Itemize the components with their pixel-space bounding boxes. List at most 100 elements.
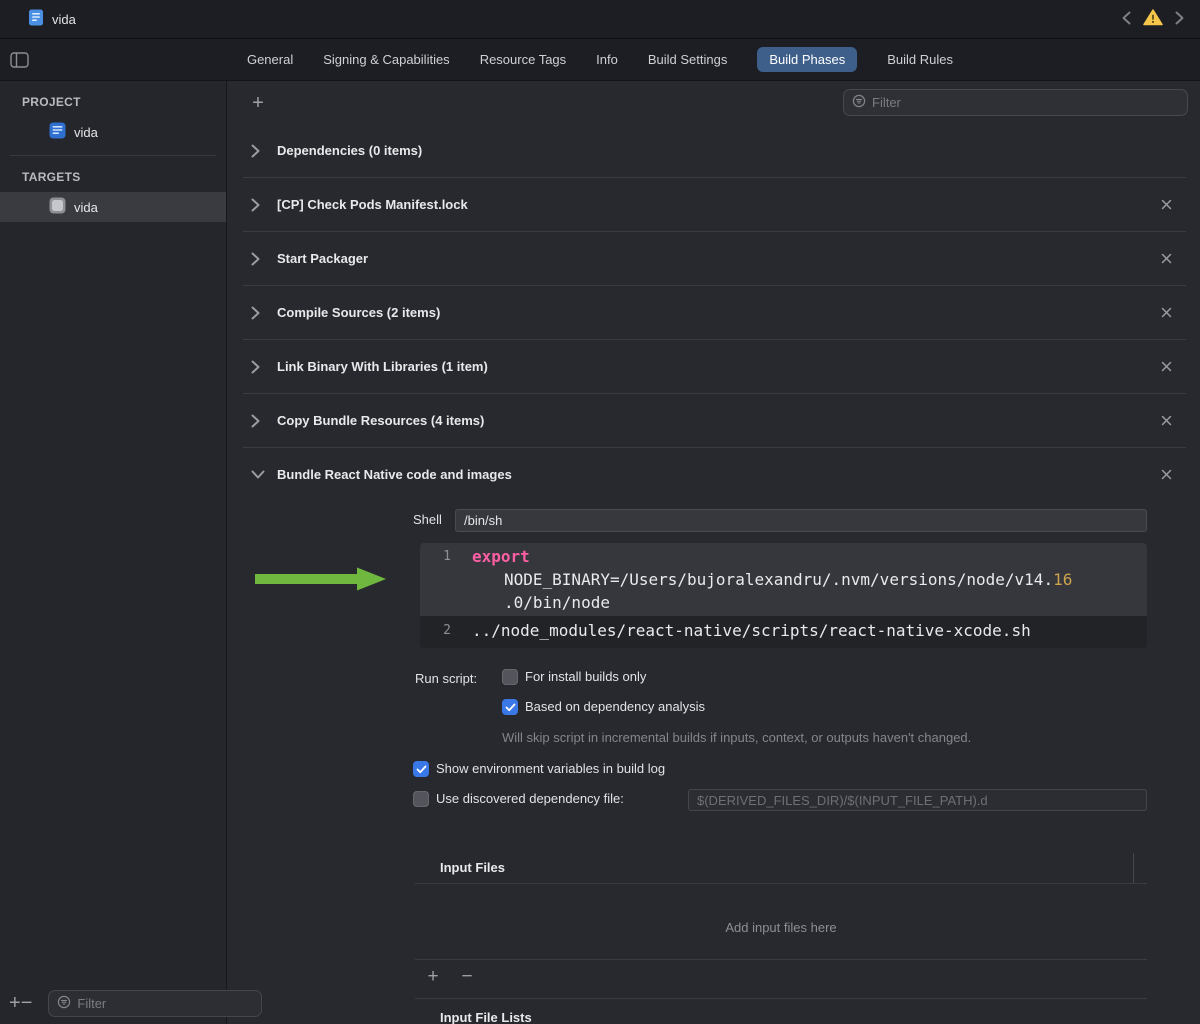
sidebar-item-project-vida[interactable]: vida — [0, 117, 226, 147]
sidebar-item-target-vida[interactable]: vida — [0, 192, 226, 222]
discovered-dependency-row: Use discovered dependency file: — [413, 791, 624, 807]
tab-build-settings[interactable]: Build Settings — [648, 47, 728, 72]
input-file-lists-header: Input File Lists — [440, 1010, 532, 1024]
phase-title: [CP] Check Pods Manifest.lock — [277, 197, 468, 212]
targets-section-header: TARGETS — [22, 170, 81, 184]
dependency-analysis-checkbox[interactable] — [502, 699, 518, 715]
close-icon[interactable] — [1157, 249, 1176, 268]
titlebar-right — [1122, 9, 1184, 29]
sidebar-footer: + − — [0, 982, 263, 1024]
discovered-dependency-label: Use discovered dependency file: — [436, 791, 624, 806]
disclosure-chevron-icon[interactable] — [251, 198, 269, 212]
project-icon — [49, 122, 66, 142]
phases-filter-field[interactable] — [843, 89, 1188, 116]
remove-target-button[interactable]: − — [21, 993, 33, 1013]
discovered-dependency-file-field[interactable] — [688, 789, 1147, 811]
phase-row-dependencies[interactable]: Dependencies (0 items) — [243, 124, 1186, 178]
build-phase-list: Dependencies (0 items) [CP] Check Pods M… — [243, 124, 1186, 1024]
phase-title: Compile Sources (2 items) — [277, 305, 441, 320]
phase-title: Link Binary With Libraries (1 item) — [277, 359, 488, 374]
script-line-1-text: export NODE_BINARY=/Users/bujoralexandru… — [464, 545, 1072, 614]
warning-icon[interactable] — [1143, 9, 1163, 29]
close-icon[interactable] — [1157, 411, 1176, 430]
disclosure-chevron-icon[interactable] — [251, 414, 269, 428]
disclosure-chevron-icon[interactable] — [251, 306, 269, 320]
forward-chevron-icon[interactable] — [1175, 11, 1184, 28]
tab-resource-tags[interactable]: Resource Tags — [480, 47, 566, 72]
phases-filter-input[interactable] — [872, 95, 1179, 110]
project-editor-tabs: General Signing & Capabilities Resource … — [0, 47, 1200, 72]
phase-title: Bundle React Native code and images — [277, 467, 512, 482]
disclosure-chevron-down-icon[interactable] — [251, 470, 269, 479]
show-env-vars-checkbox[interactable] — [413, 761, 429, 777]
remove-input-file-button[interactable]: − — [457, 967, 477, 987]
dependency-analysis-note: Will skip script in incremental builds i… — [502, 730, 972, 745]
phase-row-compile-sources[interactable]: Compile Sources (2 items) — [243, 286, 1186, 340]
number-token: 16 — [1053, 570, 1073, 589]
line-number: 1 — [443, 549, 451, 564]
tab-info[interactable]: Info — [596, 47, 618, 72]
input-files-empty-text: Add input files here — [725, 920, 837, 935]
disclosure-chevron-icon[interactable] — [251, 252, 269, 266]
phase-title: Start Packager — [277, 251, 369, 266]
project-navigator-sidebar: PROJECT vida TARGETS vida + − — [0, 81, 263, 1024]
shell-script-editor[interactable]: 1 export NODE_BINARY=/Users/bujoralexand… — [420, 543, 1147, 648]
close-icon[interactable] — [1157, 465, 1176, 484]
titlebar-left: vida — [28, 9, 76, 29]
input-files-bottom-divider — [415, 959, 1147, 960]
phase-row-start-packager[interactable]: Start Packager — [243, 232, 1186, 286]
discovered-dependency-checkbox[interactable] — [413, 791, 429, 807]
input-files-table-buttons: + − — [423, 967, 477, 987]
tab-build-phases[interactable]: Build Phases — [757, 47, 858, 72]
phase-title: Copy Bundle Resources (4 items) — [277, 413, 485, 428]
document-icon — [28, 9, 44, 29]
annotation-arrow-icon — [255, 567, 387, 594]
target-item-label: vida — [74, 199, 98, 215]
show-env-vars-label: Show environment variables in build log — [436, 761, 666, 776]
shell-path-field[interactable] — [455, 509, 1147, 532]
tab-signing-capabilities[interactable]: Signing & Capabilities — [323, 47, 449, 72]
close-icon[interactable] — [1157, 195, 1176, 214]
run-script-phase-body: Shell 1 export NODE_BINARY=/Users/bujora… — [243, 501, 1186, 1024]
target-icon — [49, 197, 66, 217]
phase-row-link-binary[interactable]: Link Binary With Libraries (1 item) — [243, 340, 1186, 394]
add-target-button[interactable]: + — [9, 993, 21, 1013]
window-body: PROJECT vida TARGETS vida + − Filter + F… — [0, 81, 1200, 1024]
for-install-builds-row: For install builds only — [502, 669, 646, 685]
run-script-label: Run script: — [415, 671, 478, 686]
disclosure-chevron-icon[interactable] — [251, 360, 269, 374]
sidebar-filter-input[interactable] — [77, 995, 254, 1011]
show-env-vars-row: Show environment variables in build log — [413, 761, 665, 777]
editor-tabbar: General Signing & Capabilities Resource … — [0, 39, 1200, 81]
dependency-analysis-label: Based on dependency analysis — [525, 699, 705, 714]
add-input-file-button[interactable]: + — [423, 967, 443, 987]
script-line-1: 1 export NODE_BINARY=/Users/bujoralexand… — [420, 543, 1147, 616]
phase-row-copy-bundle-resources[interactable]: Copy Bundle Resources (4 items) — [243, 394, 1186, 448]
disclosure-chevron-icon[interactable] — [251, 144, 269, 158]
sidebar-filter-field[interactable] — [48, 989, 263, 1017]
path-token: ../node_modules/react-native/scripts/rea… — [472, 621, 1031, 640]
input-files-table-edge — [1133, 853, 1134, 883]
keyword-token: export — [472, 547, 530, 566]
shell-label: Shell — [413, 512, 442, 527]
titlebar: vida — [0, 0, 1200, 39]
project-item-label: vida — [74, 124, 98, 140]
add-build-phase-button[interactable]: + — [243, 93, 273, 113]
build-phases-toolbar: + — [227, 81, 1200, 124]
back-chevron-icon[interactable] — [1122, 11, 1131, 28]
project-section-header: PROJECT — [22, 95, 81, 109]
close-icon[interactable] — [1157, 303, 1176, 322]
build-phases-editor: + Dependencies (0 items) [CP] Check Pods… — [227, 81, 1200, 1024]
phase-row-bundle-react-native[interactable]: Bundle React Native code and images — [243, 448, 1186, 501]
input-files-divider — [415, 883, 1147, 884]
dependency-analysis-row: Based on dependency analysis — [502, 699, 705, 715]
tab-general[interactable]: General — [247, 47, 293, 72]
close-icon[interactable] — [1157, 357, 1176, 376]
path-token: NODE_BINARY=/Users/bujoralexandru/.nvm/v… — [504, 570, 1054, 589]
for-install-builds-checkbox[interactable] — [502, 669, 518, 685]
xcode-window: vida General Signing & Capabilities Reso… — [0, 0, 1200, 1024]
tab-build-rules[interactable]: Build Rules — [887, 47, 953, 72]
phase-row-check-pods-manifest[interactable]: [CP] Check Pods Manifest.lock — [243, 178, 1186, 232]
input-files-header: Input Files — [440, 860, 505, 875]
window-title: vida — [52, 11, 76, 27]
